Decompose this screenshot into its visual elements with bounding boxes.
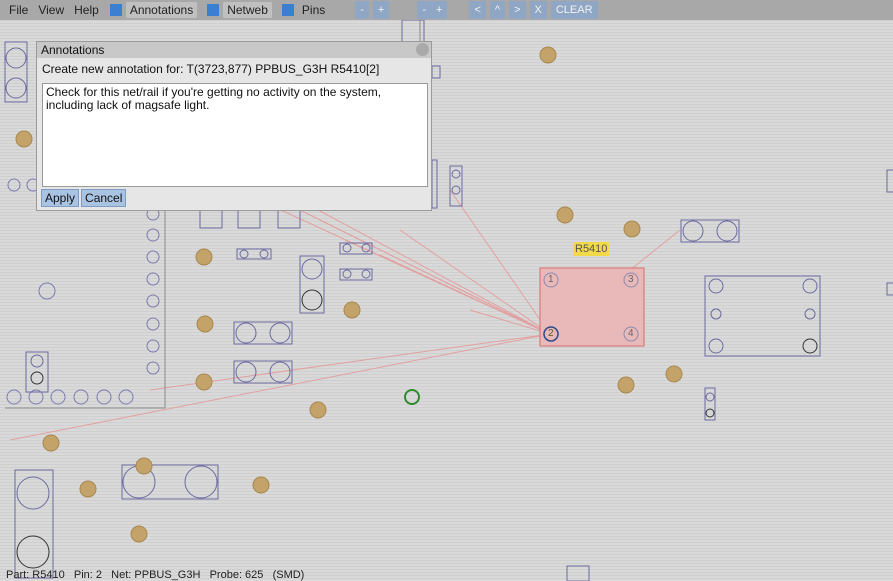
selected-part-label: R5410 xyxy=(573,242,610,256)
zoom-in-button-1[interactable]: + xyxy=(372,1,390,19)
annotations-toggle[interactable]: Annotations xyxy=(104,2,201,18)
menu-view[interactable]: View xyxy=(33,0,69,20)
status-bar: Part: R5410 Pin: 2 Net: PPBUS_G3H Probe:… xyxy=(6,569,305,581)
annotations-dialog: Annotations Create new annotation for: T… xyxy=(36,41,432,211)
netweb-toggle-label: Netweb xyxy=(223,2,272,18)
dialog-title: Annotations xyxy=(41,43,105,57)
left-pin-column xyxy=(6,178,160,405)
nav-left-button[interactable]: < xyxy=(469,1,486,19)
pins-swatch-icon xyxy=(281,4,294,16)
nav-up-button[interactable]: ^ xyxy=(489,1,506,19)
pin-label-4: 4 xyxy=(628,328,634,339)
pins-toggle-label: Pins xyxy=(301,3,326,17)
nav-close-button[interactable]: X xyxy=(529,1,547,19)
clear-button[interactable]: CLEAR xyxy=(550,1,598,19)
component-outlines-right xyxy=(680,169,893,421)
annotation-textarea[interactable]: Check for this net/rail if you're gettin… xyxy=(42,83,428,187)
zoom-in-button-2[interactable]: + xyxy=(431,1,448,19)
dialog-titlebar[interactable]: Annotations xyxy=(37,42,431,58)
cancel-button[interactable]: Cancel xyxy=(81,189,127,207)
highlighted-pad[interactable] xyxy=(404,389,420,405)
annotations-swatch-icon xyxy=(109,4,122,16)
zoom-out-button-1[interactable]: - xyxy=(355,1,369,19)
pin-label-2: 2 xyxy=(548,328,554,339)
pin-label-1: 1 xyxy=(548,274,554,285)
zoom-out-button-2[interactable]: - xyxy=(417,1,432,19)
netweb-swatch-icon xyxy=(207,4,220,16)
nav-right-button[interactable]: > xyxy=(509,1,526,19)
dialog-close-icon[interactable] xyxy=(416,43,429,56)
netweb-toggle[interactable]: Netweb xyxy=(201,2,276,18)
dialog-buttons: Apply Cancel xyxy=(41,189,127,207)
pin-label-3: 3 xyxy=(628,274,634,285)
pins-toggle[interactable]: Pins xyxy=(276,2,333,18)
annotations-toggle-label: Annotations xyxy=(125,2,198,18)
dialog-prompt: Create new annotation for: T(3723,877) P… xyxy=(42,62,380,76)
apply-button[interactable]: Apply xyxy=(41,189,80,207)
menu-file[interactable]: File xyxy=(0,0,33,20)
menu-help[interactable]: Help xyxy=(69,0,104,20)
menu-bar: File View Help Annotations Netweb Pins -… xyxy=(0,0,893,20)
